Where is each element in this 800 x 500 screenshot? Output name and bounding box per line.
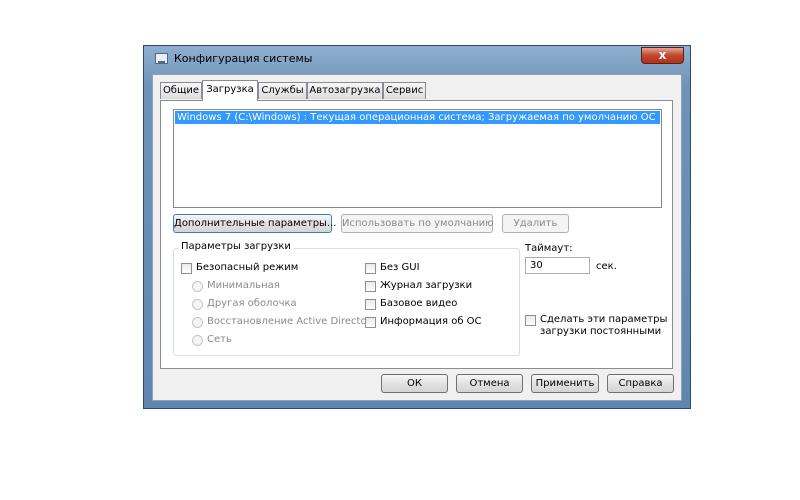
set-default-button[interactable]: Использовать по умолчанию (341, 214, 494, 233)
close-button[interactable]: x (641, 47, 684, 64)
apply-button[interactable]: Применить (531, 374, 599, 393)
safe-mode-label: Безопасный режим (196, 262, 299, 273)
network-label: Сеть (207, 334, 232, 345)
boot-options-group-label: Параметры загрузки (178, 241, 294, 252)
safe-mode-checkbox[interactable] (181, 263, 192, 274)
alternate-shell-radio[interactable] (192, 299, 203, 310)
ad-repair-label: Восстановление Active Directory (207, 316, 377, 327)
window-title: Конфигурация системы (174, 52, 313, 65)
tab-services[interactable]: Службы (258, 82, 307, 99)
base-video-label: Базовое видео (380, 298, 458, 309)
os-info-checkbox[interactable] (365, 317, 376, 328)
no-gui-checkbox[interactable] (365, 263, 376, 274)
timeout-label: Таймаут: (525, 243, 573, 254)
boot-log-checkbox[interactable] (365, 281, 376, 292)
tab-boot[interactable]: Загрузка (202, 80, 258, 101)
persistent-label-line2: загрузки постоянными (540, 326, 662, 337)
os-info-label: Информация об ОС (380, 316, 482, 327)
os-list-item[interactable]: Windows 7 (C:\Windows) : Текущая операци… (175, 111, 660, 124)
tab-general[interactable]: Общие (160, 82, 202, 99)
ad-repair-radio[interactable] (192, 317, 203, 328)
os-list[interactable]: Windows 7 (C:\Windows) : Текущая операци… (173, 109, 662, 208)
minimal-label: Минимальная (207, 280, 280, 291)
network-radio[interactable] (192, 335, 203, 346)
boot-log-label: Журнал загрузки (380, 280, 473, 291)
persistent-checkbox[interactable] (525, 315, 536, 326)
minimal-radio[interactable] (192, 281, 203, 292)
tab-tools[interactable]: Сервис (383, 82, 426, 99)
ok-button[interactable]: ОК (381, 374, 448, 393)
no-gui-label: Без GUI (380, 262, 420, 273)
timeout-unit-label: сек. (596, 261, 617, 272)
cancel-button[interactable]: Отмена (456, 374, 523, 393)
base-video-checkbox[interactable] (365, 299, 376, 310)
msconfig-icon (155, 53, 168, 64)
alternate-shell-label: Другая оболочка (207, 298, 297, 309)
advanced-options-button[interactable]: Дополнительные параметры... (173, 214, 337, 233)
timeout-input[interactable]: 30 (525, 257, 590, 274)
delete-button[interactable]: Удалить (502, 214, 569, 233)
tab-startup[interactable]: Автозагрузка (307, 82, 383, 99)
persistent-label-line1: Сделать эти параметры (540, 314, 668, 325)
help-button[interactable]: Справка (607, 374, 674, 393)
